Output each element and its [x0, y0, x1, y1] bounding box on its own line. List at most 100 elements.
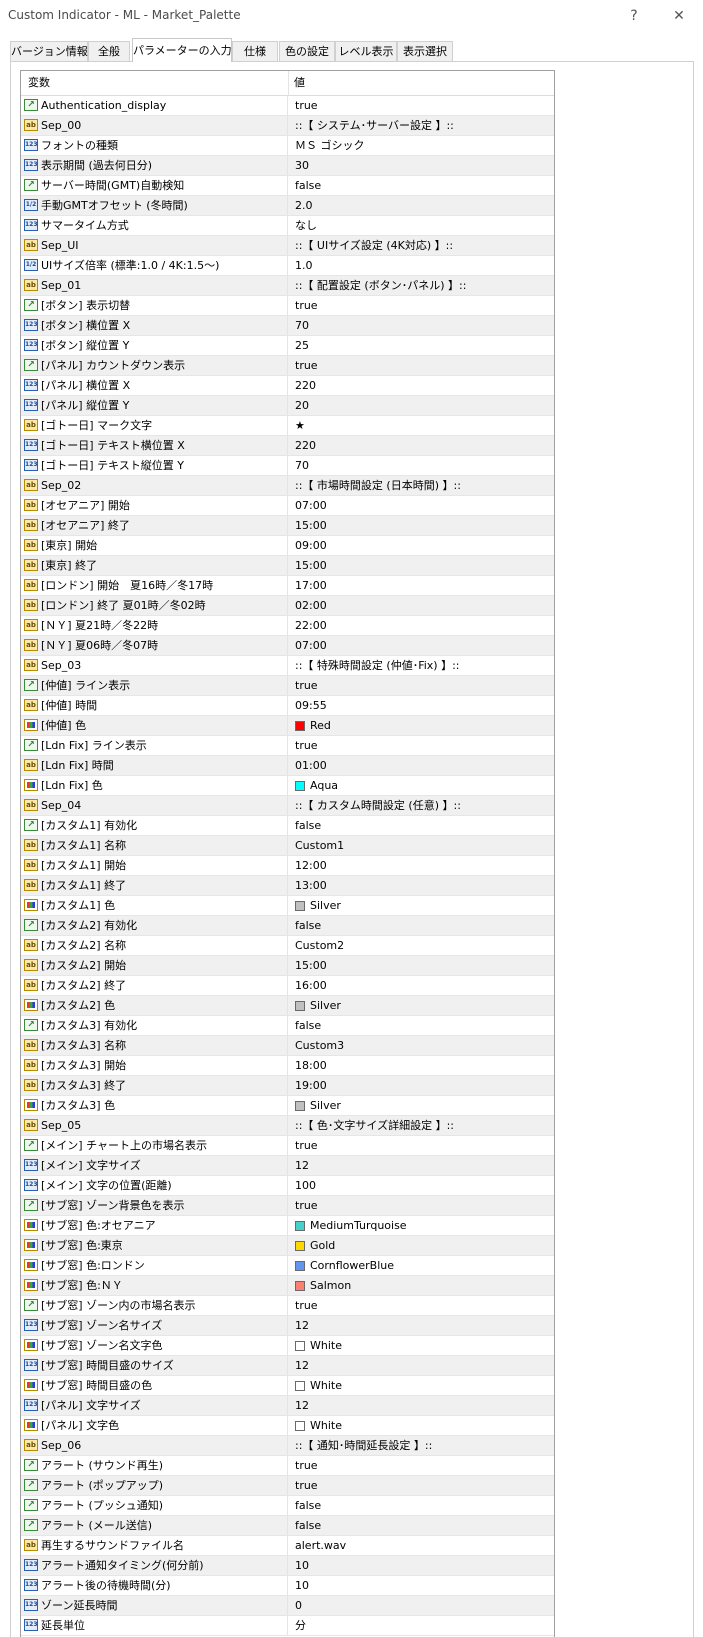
- help-icon[interactable]: ?: [624, 6, 644, 26]
- param-row[interactable]: ↗ [カスタム1] 有効化 false: [21, 816, 554, 836]
- param-value-cell[interactable]: Custom2: [289, 936, 551, 955]
- param-row[interactable]: ↗ [カスタム3] 有効化 false: [21, 1016, 554, 1036]
- param-row[interactable]: 123 アラート後の待機時間(分) 10: [21, 1576, 554, 1596]
- param-row[interactable]: [サブ窓] 時間目盛の色 White: [21, 1376, 554, 1396]
- param-row[interactable]: ab Sep_02::【 市場時間設定 (日本時間) 】::: [21, 476, 554, 496]
- param-value-cell[interactable]: 12:00: [289, 856, 551, 875]
- param-row[interactable]: ab [オセアニア] 終了 15:00: [21, 516, 554, 536]
- param-value-cell[interactable]: Aqua: [289, 776, 551, 795]
- param-value-cell[interactable]: true: [289, 1296, 551, 1315]
- param-row[interactable]: [Ldn Fix] 色 Aqua: [21, 776, 554, 796]
- param-row[interactable]: ab Sep_06::【 通知･時間延長設定 】::: [21, 1436, 554, 1456]
- param-row[interactable]: [サブ窓] 色:ロンドン CornflowerBlue: [21, 1256, 554, 1276]
- param-row[interactable]: ab Sep_03::【 特殊時間設定 (仲値･Fix) 】::: [21, 656, 554, 676]
- param-row[interactable]: 123 [パネル] 文字サイズ 12: [21, 1396, 554, 1416]
- param-value-cell[interactable]: true: [289, 96, 551, 115]
- param-value-cell[interactable]: 15:00: [289, 516, 551, 535]
- param-value-cell[interactable]: 10: [289, 1556, 551, 1575]
- param-value-cell[interactable]: false: [289, 816, 551, 835]
- param-value-cell[interactable]: ::【 通知･時間延長設定 】::: [289, 1436, 551, 1455]
- param-row[interactable]: ↗ [カスタム2] 有効化 false: [21, 916, 554, 936]
- param-row[interactable]: 123 [ゴトー日] テキスト縦位置 Y 70: [21, 456, 554, 476]
- param-value-cell[interactable]: 07:00: [289, 496, 551, 515]
- param-row[interactable]: [カスタム2] 色 Silver: [21, 996, 554, 1016]
- param-value-cell[interactable]: Custom1: [289, 836, 551, 855]
- param-row[interactable]: ab [カスタム2] 終了 16:00: [21, 976, 554, 996]
- param-row[interactable]: ab [カスタム3] 名称 Custom3: [21, 1036, 554, 1056]
- param-value-cell[interactable]: 12: [289, 1396, 551, 1415]
- param-value-cell[interactable]: 17:00: [289, 576, 551, 595]
- param-value-cell[interactable]: Silver: [289, 996, 551, 1015]
- param-value-cell[interactable]: ::【 配置設定 (ボタン･パネル) 】::: [289, 276, 551, 295]
- param-row[interactable]: 123 アラート通知タイミング(何分前) 10: [21, 1556, 554, 1576]
- param-row[interactable]: ab [カスタム3] 終了 19:00: [21, 1076, 554, 1096]
- param-value-cell[interactable]: White: [289, 1336, 551, 1355]
- param-value-cell[interactable]: 12: [289, 1316, 551, 1335]
- param-row[interactable]: ab [東京] 開始 09:00: [21, 536, 554, 556]
- param-row[interactable]: [パネル] 文字色 White: [21, 1416, 554, 1436]
- param-value-cell[interactable]: CornflowerBlue: [289, 1256, 551, 1275]
- param-row[interactable]: ↗ Authentication_display true: [21, 96, 554, 116]
- param-row[interactable]: [仲値] 色 Red: [21, 716, 554, 736]
- tab-dependencies[interactable]: 仕様: [232, 41, 278, 61]
- param-value-cell[interactable]: White: [289, 1376, 551, 1395]
- param-row[interactable]: [サブ窓] ゾーン名文字色 White: [21, 1336, 554, 1356]
- param-row[interactable]: ab [ゴトー日] マーク文字 ★: [21, 416, 554, 436]
- param-value-cell[interactable]: 30: [289, 156, 551, 175]
- param-value-cell[interactable]: ::【 特殊時間設定 (仲値･Fix) 】::: [289, 656, 551, 675]
- param-value-cell[interactable]: 10: [289, 1576, 551, 1595]
- param-value-cell[interactable]: 09:00: [289, 536, 551, 555]
- param-row[interactable]: ab [仲値] 時間 09:55: [21, 696, 554, 716]
- param-row[interactable]: 123 表示期間 (過去何日分) 30: [21, 156, 554, 176]
- param-row[interactable]: 123 延長単位分: [21, 1616, 554, 1636]
- param-row[interactable]: ab [ロンドン] 終了 夏01時／冬02時 02:00: [21, 596, 554, 616]
- tab-colors[interactable]: 色の設定: [279, 41, 335, 61]
- param-value-cell[interactable]: 25: [289, 336, 551, 355]
- param-value-cell[interactable]: Salmon: [289, 1276, 551, 1295]
- param-value-cell[interactable]: Custom3: [289, 1036, 551, 1055]
- tab-general[interactable]: 全般: [88, 41, 130, 61]
- param-value-cell[interactable]: 18:00: [289, 1056, 551, 1075]
- param-row[interactable]: ↗ アラート (メール送信) false: [21, 1516, 554, 1536]
- param-value-cell[interactable]: Silver: [289, 1096, 551, 1115]
- param-value-cell[interactable]: ::【 システム･サーバー設定 】::: [289, 116, 551, 135]
- param-value-cell[interactable]: 70: [289, 316, 551, 335]
- param-value-cell[interactable]: 19:00: [289, 1076, 551, 1095]
- param-value-cell[interactable]: 2.0: [289, 196, 551, 215]
- tab-levels[interactable]: レベル表示: [335, 41, 397, 61]
- param-value-cell[interactable]: ::【 市場時間設定 (日本時間) 】::: [289, 476, 551, 495]
- param-value-cell[interactable]: 1.0: [289, 256, 551, 275]
- param-value-cell[interactable]: true: [289, 1456, 551, 1475]
- param-row[interactable]: 1/2 手動GMTオフセット (冬時間) 2.0: [21, 196, 554, 216]
- param-value-cell[interactable]: false: [289, 1516, 551, 1535]
- param-row[interactable]: [サブ窓] 色:ＮＹ Salmon: [21, 1276, 554, 1296]
- param-value-cell[interactable]: 100: [289, 1176, 551, 1195]
- param-row[interactable]: ab [カスタム3] 開始 18:00: [21, 1056, 554, 1076]
- param-value-cell[interactable]: 220: [289, 376, 551, 395]
- param-row[interactable]: ↗ [パネル] カウントダウン表示 true: [21, 356, 554, 376]
- close-icon[interactable]: ✕: [669, 6, 689, 26]
- param-value-cell[interactable]: 02:00: [289, 596, 551, 615]
- param-row[interactable]: ab Sep_04::【 カスタム時間設定 (任意) 】::: [21, 796, 554, 816]
- param-value-cell[interactable]: ★: [289, 416, 551, 435]
- param-row[interactable]: ↗ [メイン] チャート上の市場名表示 true: [21, 1136, 554, 1156]
- param-value-cell[interactable]: ＭＳ ゴシック: [289, 136, 551, 155]
- param-row[interactable]: ab [カスタム1] 終了 13:00: [21, 876, 554, 896]
- param-value-cell[interactable]: true: [289, 736, 551, 755]
- param-value-cell[interactable]: 16:00: [289, 976, 551, 995]
- param-value-cell[interactable]: なし: [289, 216, 551, 235]
- param-value-cell[interactable]: 220: [289, 436, 551, 455]
- param-value-cell[interactable]: 分: [289, 1616, 551, 1635]
- column-header-variable[interactable]: 変数: [28, 71, 50, 95]
- param-value-cell[interactable]: Red: [289, 716, 551, 735]
- param-row[interactable]: ab Sep_05::【 色･文字サイズ詳細設定 】::: [21, 1116, 554, 1136]
- param-value-cell[interactable]: 09:55: [289, 696, 551, 715]
- param-value-cell[interactable]: ::【 カスタム時間設定 (任意) 】::: [289, 796, 551, 815]
- param-row[interactable]: 123 [パネル] 縦位置 Y 20: [21, 396, 554, 416]
- param-row[interactable]: [カスタム3] 色 Silver: [21, 1096, 554, 1116]
- param-row[interactable]: ab [ロンドン] 開始 夏16時／冬17時 17:00: [21, 576, 554, 596]
- param-value-cell[interactable]: 20: [289, 396, 551, 415]
- param-row[interactable]: ab [カスタム1] 開始 12:00: [21, 856, 554, 876]
- param-row[interactable]: ↗ アラート (ポップアップ) true: [21, 1476, 554, 1496]
- param-value-cell[interactable]: 13:00: [289, 876, 551, 895]
